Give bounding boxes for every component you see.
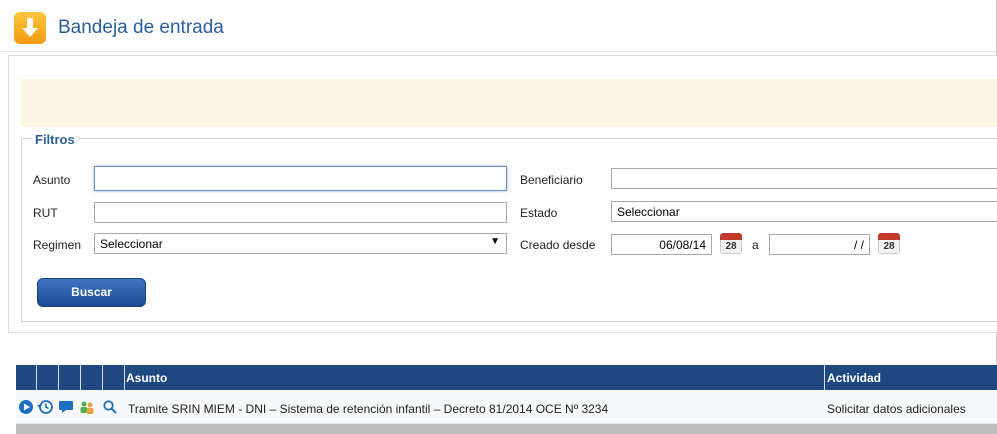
grid-header: Asunto Actividad — [16, 365, 997, 390]
comment-icon[interactable] — [58, 399, 74, 415]
estado-selected: Seleccionar — [617, 205, 680, 219]
calendar-from-icon[interactable]: 28 — [720, 233, 742, 254]
history-icon[interactable] — [37, 399, 53, 415]
page-title: Bandeja de entrada — [58, 17, 224, 38]
date-range-separator: a — [752, 238, 759, 252]
regimen-selected: Seleccionar — [100, 237, 163, 251]
buscar-button[interactable]: Buscar — [37, 278, 146, 307]
dropdown-arrow-icon: ▼ — [490, 236, 500, 247]
table-row[interactable]: Tramite SRIN MIEM - DNI – Sistema de ret… — [16, 390, 997, 424]
calendar-to-icon[interactable]: 28 — [878, 233, 900, 254]
column-header-actividad[interactable]: Actividad — [827, 371, 881, 385]
regimen-label: Regimen — [33, 238, 82, 252]
rut-input[interactable] — [94, 202, 507, 223]
creado-desde-from-input[interactable] — [611, 234, 712, 255]
filters-legend: Filtros — [31, 132, 79, 147]
regimen-select[interactable]: Seleccionar ▼ — [94, 233, 507, 254]
search-icon[interactable] — [102, 399, 118, 415]
beneficiario-input[interactable] — [611, 168, 997, 189]
rut-label: RUT — [33, 206, 58, 220]
asunto-input[interactable] — [94, 166, 507, 191]
play-icon[interactable] — [18, 399, 34, 415]
row-actividad: Solicitar datos adicionales — [827, 402, 966, 416]
estado-label: Estado — [520, 206, 558, 220]
notice-bar — [21, 79, 997, 127]
creado-desde-to-input[interactable] — [769, 234, 870, 255]
estado-select[interactable]: Seleccionar — [611, 201, 997, 222]
download-arrow-icon — [14, 12, 46, 44]
grid-scrollbar[interactable] — [16, 424, 997, 434]
users-icon[interactable] — [79, 399, 95, 415]
beneficiario-label: Beneficiario — [520, 173, 583, 187]
asunto-label: Asunto — [33, 173, 71, 187]
row-asunto[interactable]: Tramite SRIN MIEM - DNI – Sistema de ret… — [128, 402, 608, 416]
column-header-asunto[interactable]: Asunto — [126, 371, 167, 385]
creado-desde-label: Creado desde — [520, 238, 596, 252]
page-header: Bandeja de entrada — [0, 0, 997, 52]
